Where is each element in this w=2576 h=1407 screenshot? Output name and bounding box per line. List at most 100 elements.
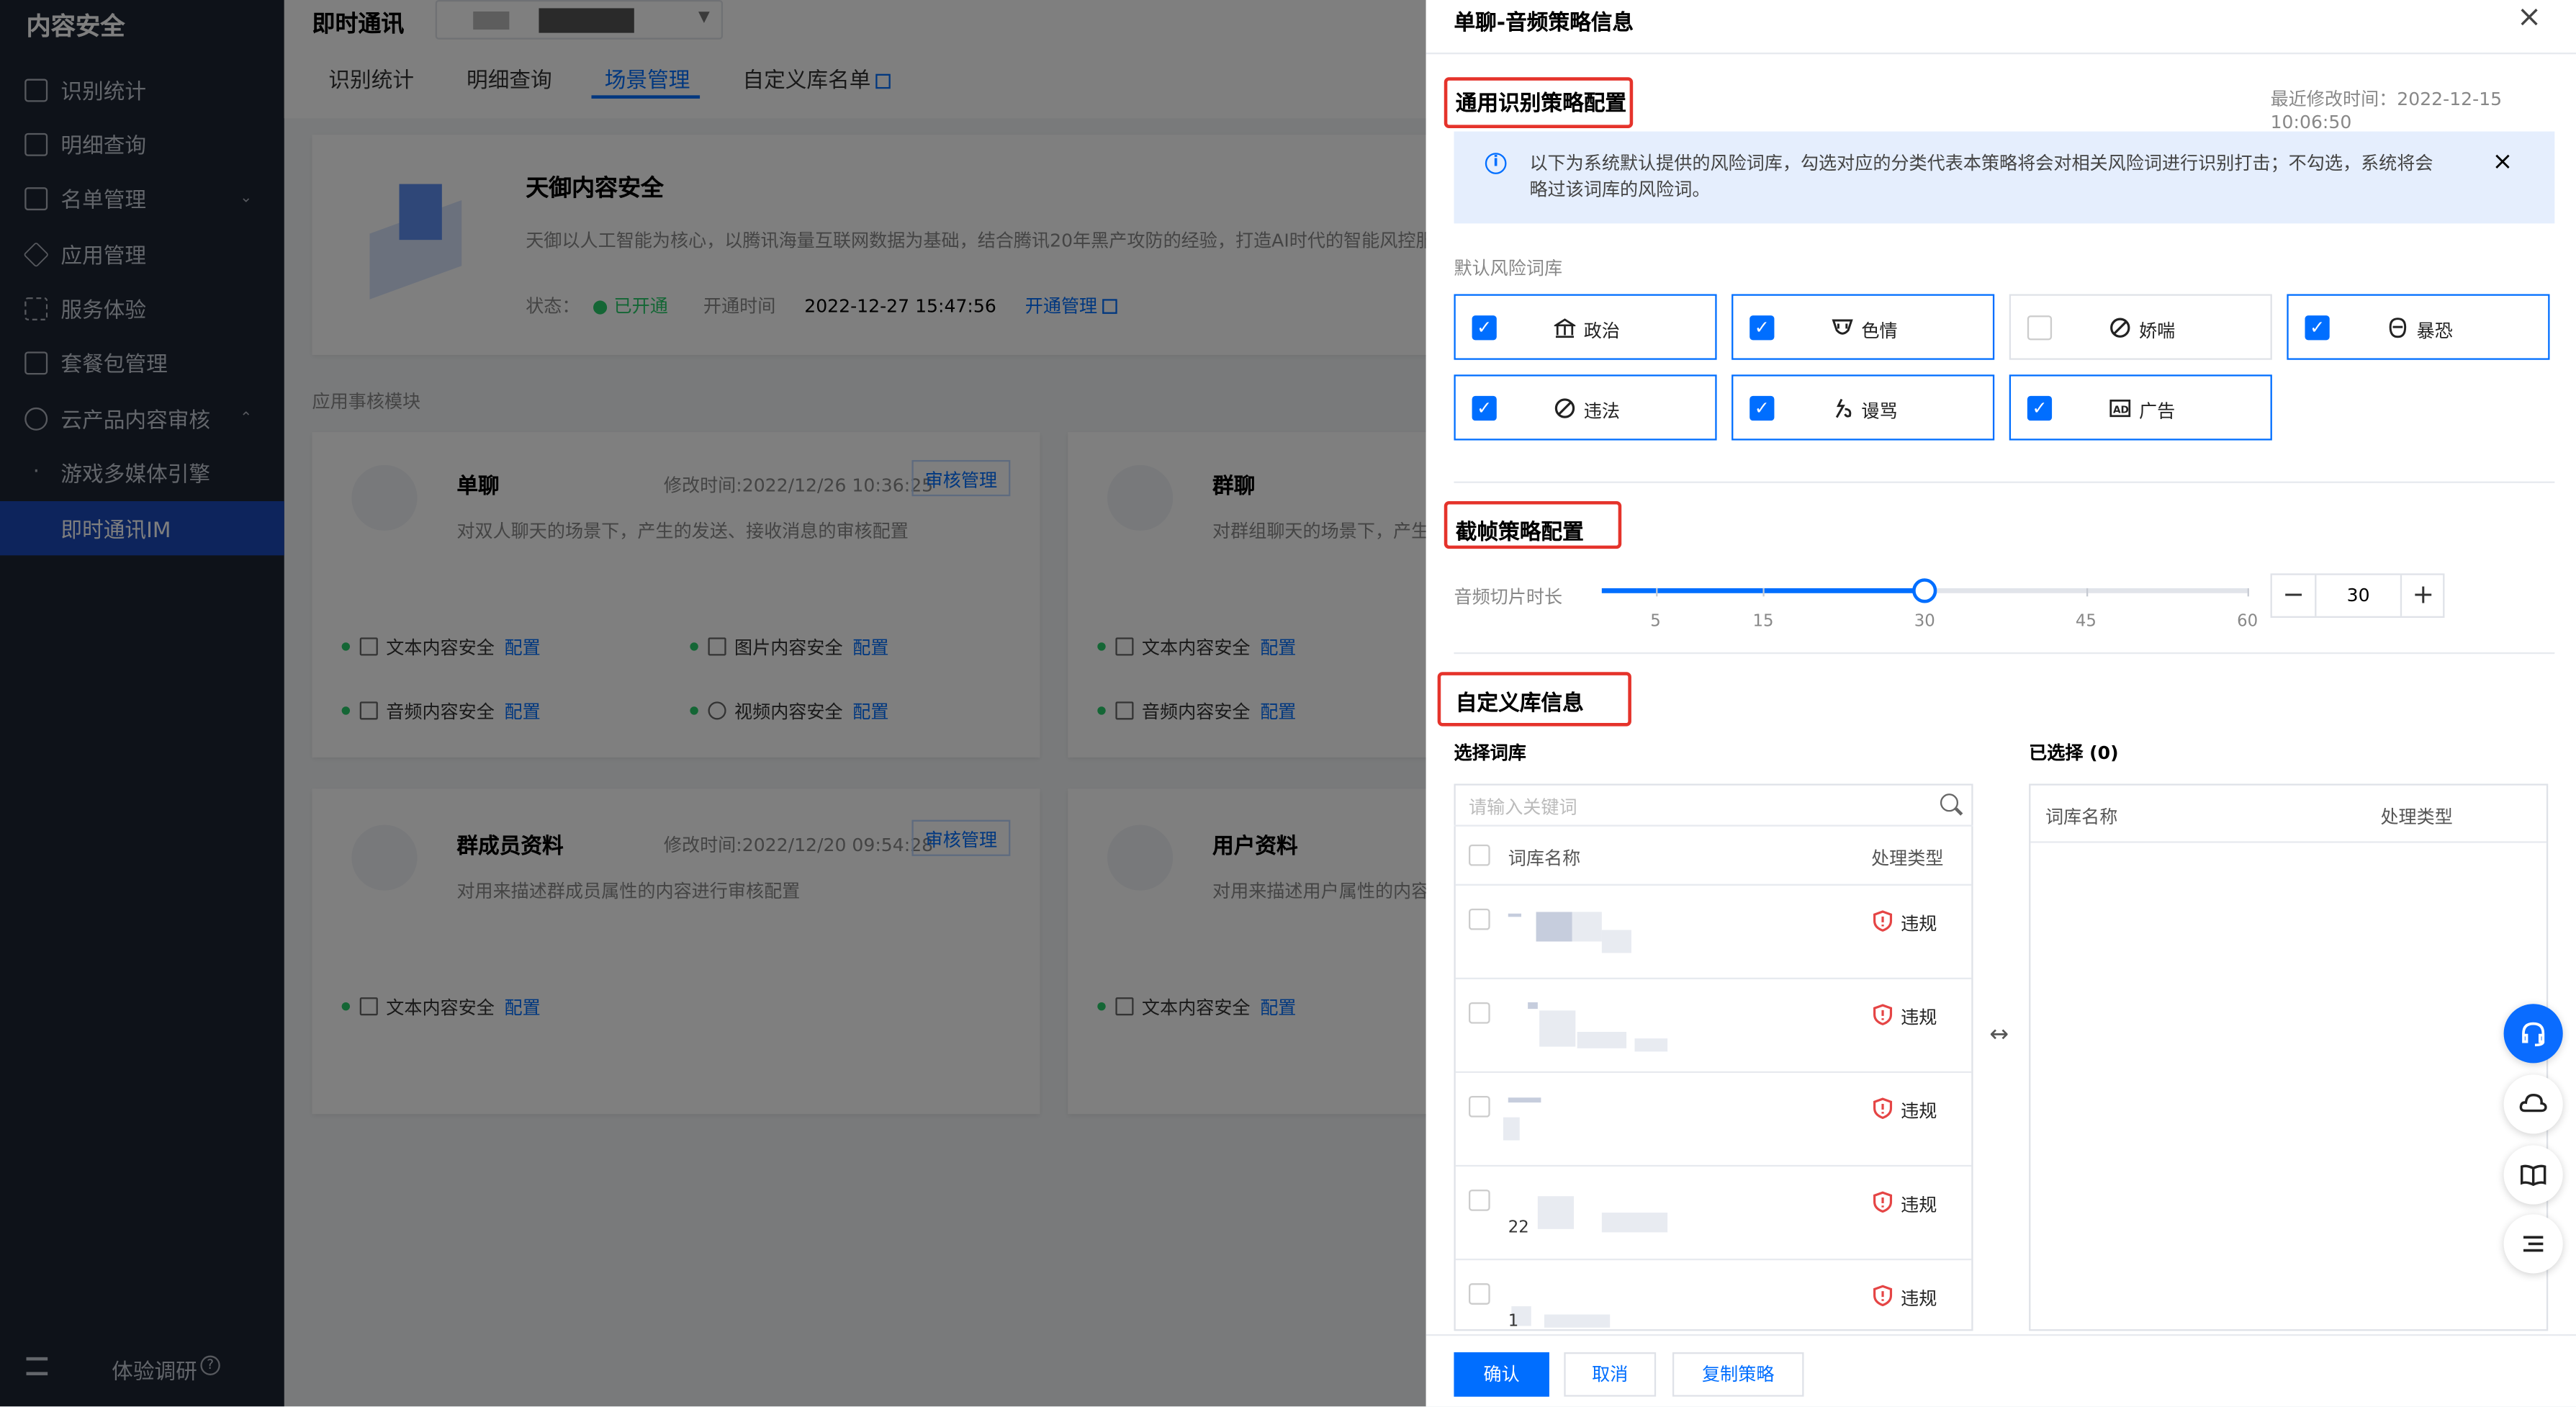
section-title-custom: 自定义库信息 [1455,691,1584,716]
redacted-name [1601,930,1631,953]
government-building-icon [1554,317,1576,338]
slider-tick-label: 15 [1752,613,1774,631]
decrement-button[interactable]: − [2272,575,2315,616]
slider-label: 音频切片时长 [1454,586,1563,608]
copy-strategy-button[interactable]: 复制策略 [1672,1352,1804,1397]
handling-type: 违规 [1901,913,1937,935]
table-header-divider [2030,841,2546,843]
row-divider [1455,1164,1972,1167]
abuse-icon [1832,397,1853,419]
duration-stepper: − 30 + [2270,573,2445,618]
column-header-type: 处理类型 [1871,848,1944,870]
category-label: 政治 [1583,320,1620,342]
duration-input[interactable]: 30 [2315,575,2402,616]
library-name-partial: 22 [1508,1219,1529,1238]
library-search[interactable]: 请输入关键词 [1454,783,1973,827]
row-checkbox[interactable] [1469,1096,1490,1118]
library-selected-panel [2029,783,2549,1331]
column-header-name: 词库名称 [1508,848,1581,870]
shield-alert-icon [1873,910,1893,932]
checkbox-checked[interactable]: ✓ [1472,315,1497,341]
confirm-button[interactable]: 确认 [1454,1352,1549,1397]
category-label: 谩骂 [1861,400,1898,423]
redacted-name [1508,1097,1541,1103]
redacted-name [1572,912,1602,942]
category-abuse[interactable]: ✓ 谩骂 [1731,374,1995,441]
transfer-arrow-icon: ↔ [1989,1022,2009,1048]
slider-handle[interactable] [1912,578,1937,603]
category-politics[interactable]: ✓ 政治 [1454,294,1717,360]
category-moaning[interactable]: 娇喘 [2009,294,2272,360]
category-porn[interactable]: ✓ 色情 [1731,294,1995,360]
slider-tick-mark [1655,588,1657,597]
row-divider [1455,1258,1972,1261]
row-checkbox[interactable] [1469,1190,1490,1211]
shield-alert-icon [1873,1004,1893,1025]
redacted-name [1528,1002,1538,1010]
redacted-name [1544,1314,1611,1328]
book-icon[interactable] [2503,1145,2563,1205]
cancel-button[interactable]: 取消 [1564,1352,1657,1397]
list-icon[interactable] [2503,1214,2563,1274]
default-library-label: 默认风险词库 [1454,258,1563,279]
selected-count-title: 已选择 (0) [2029,742,2119,765]
table-header-divider [1455,884,1972,886]
column-header-name: 词库名称 [2045,806,2118,829]
category-label: 违法 [1583,400,1620,423]
row-divider [1455,977,1972,980]
divider [1426,53,2576,55]
row-checkbox[interactable] [1469,908,1490,930]
checkbox-checked[interactable]: ✓ [2027,395,2053,421]
close-icon[interactable]: × [2517,0,2541,35]
category-label: 娇喘 [2139,320,2176,342]
redacted-name [1503,1117,1520,1141]
ban-icon [1554,397,1576,419]
shield-alert-icon [1873,1285,1893,1307]
category-terror[interactable]: ✓ 暴恐 [2287,294,2550,360]
slider-tick-mark [1763,588,1765,597]
redacted-name [1508,913,1522,917]
checkbox-checked[interactable]: ✓ [1749,395,1775,421]
headset-icon[interactable] [2503,1004,2563,1064]
slider-tick-label: 45 [2075,613,2097,631]
row-checkbox[interactable] [1469,1002,1490,1024]
redacted-name [1634,1038,1668,1052]
cloud-chat-icon[interactable] [2503,1074,2563,1134]
redacted-name [1577,1032,1627,1048]
svg-text:AD: AD [2113,404,2129,415]
last-modified-time: 最近修改时间：2022-12-15 10:06:50 [2270,89,2503,133]
library-name-partial: 1 [1508,1313,1519,1331]
row-checkbox[interactable] [1469,1283,1490,1305]
increment-button[interactable]: + [2402,575,2444,616]
slider-tick-mark [2247,588,2249,597]
slider-tick-mark [2086,588,2088,597]
close-icon[interactable]: × [2492,146,2513,176]
info-icon: i [1485,153,1507,174]
porn-icon [1832,317,1853,338]
category-ad[interactable]: ✓ AD 广告 [2009,374,2272,441]
redacted-name [1537,1196,1575,1229]
shield-alert-icon [1873,1097,1893,1120]
redacted-name [1539,1010,1576,1047]
terror-mask-icon [2387,317,2409,338]
slider-tick-label: 60 [2237,613,2258,631]
category-illegal[interactable]: ✓ 违法 [1454,374,1717,441]
checkbox-checked[interactable]: ✓ [1472,395,1497,421]
select-all-checkbox[interactable] [1469,844,1490,866]
slider-tick-label: 30 [1914,613,1935,631]
divider [1454,652,2555,655]
redacted-name [1536,912,1572,942]
handling-type: 违规 [1901,1007,1937,1029]
divider [1454,481,2555,483]
modal-overlay[interactable] [0,0,1426,1407]
handling-type: 违规 [1901,1194,1937,1216]
checkbox-unchecked[interactable] [2027,315,2053,341]
checkbox-checked[interactable]: ✓ [2305,315,2330,341]
prohibited-icon [2109,317,2131,338]
shield-alert-icon [1873,1191,1893,1213]
search-input[interactable]: 请输入关键词 [1469,794,1577,820]
search-icon[interactable] [1940,794,1959,812]
slider-tick-label: 5 [1650,613,1661,631]
checkbox-checked[interactable]: ✓ [1749,315,1775,341]
ad-icon: AD [2109,397,2131,419]
